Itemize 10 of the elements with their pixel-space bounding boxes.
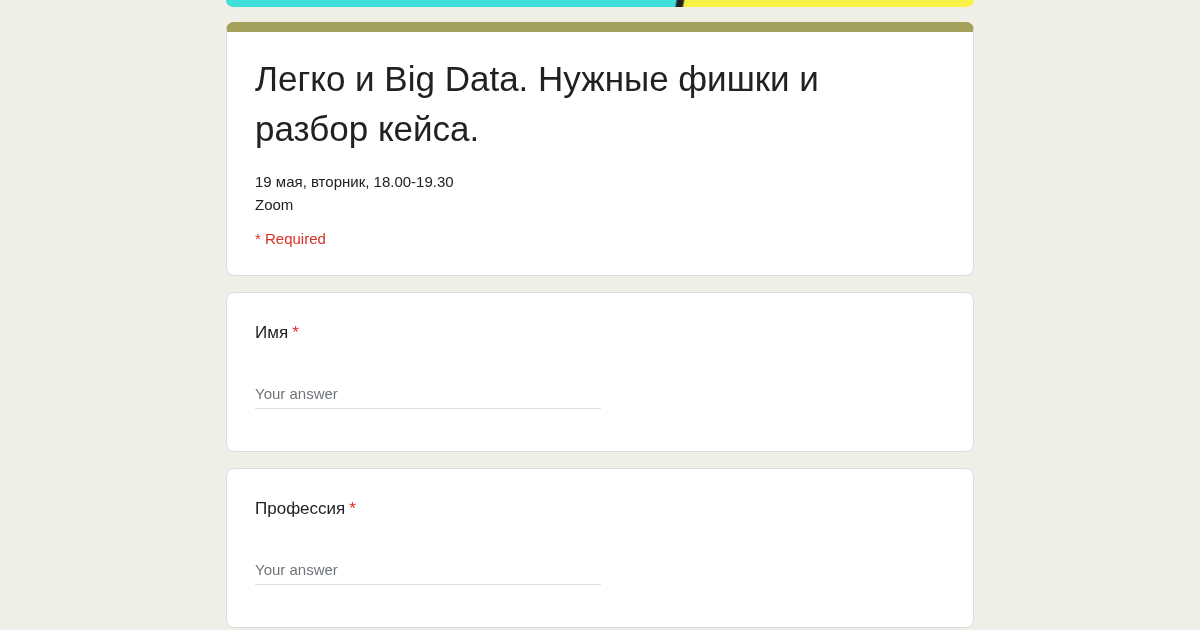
answer-field[interactable]: Your answer [255, 381, 601, 409]
question-label: Профессия [255, 499, 346, 519]
form-description: 19 мая, вторник, 18.00-19.30 [255, 172, 455, 192]
form-title: Легко и Big Data. Нужные фишки и разбор кейса. [255, 58, 820, 150]
required-note: * Required [255, 230, 327, 247]
required-asterisk: * [292, 323, 299, 343]
question-label: Имя [255, 323, 289, 343]
form-description: Zoom [255, 195, 295, 215]
required-asterisk: * [349, 499, 356, 519]
answer-field[interactable]: Your answer [255, 557, 601, 585]
